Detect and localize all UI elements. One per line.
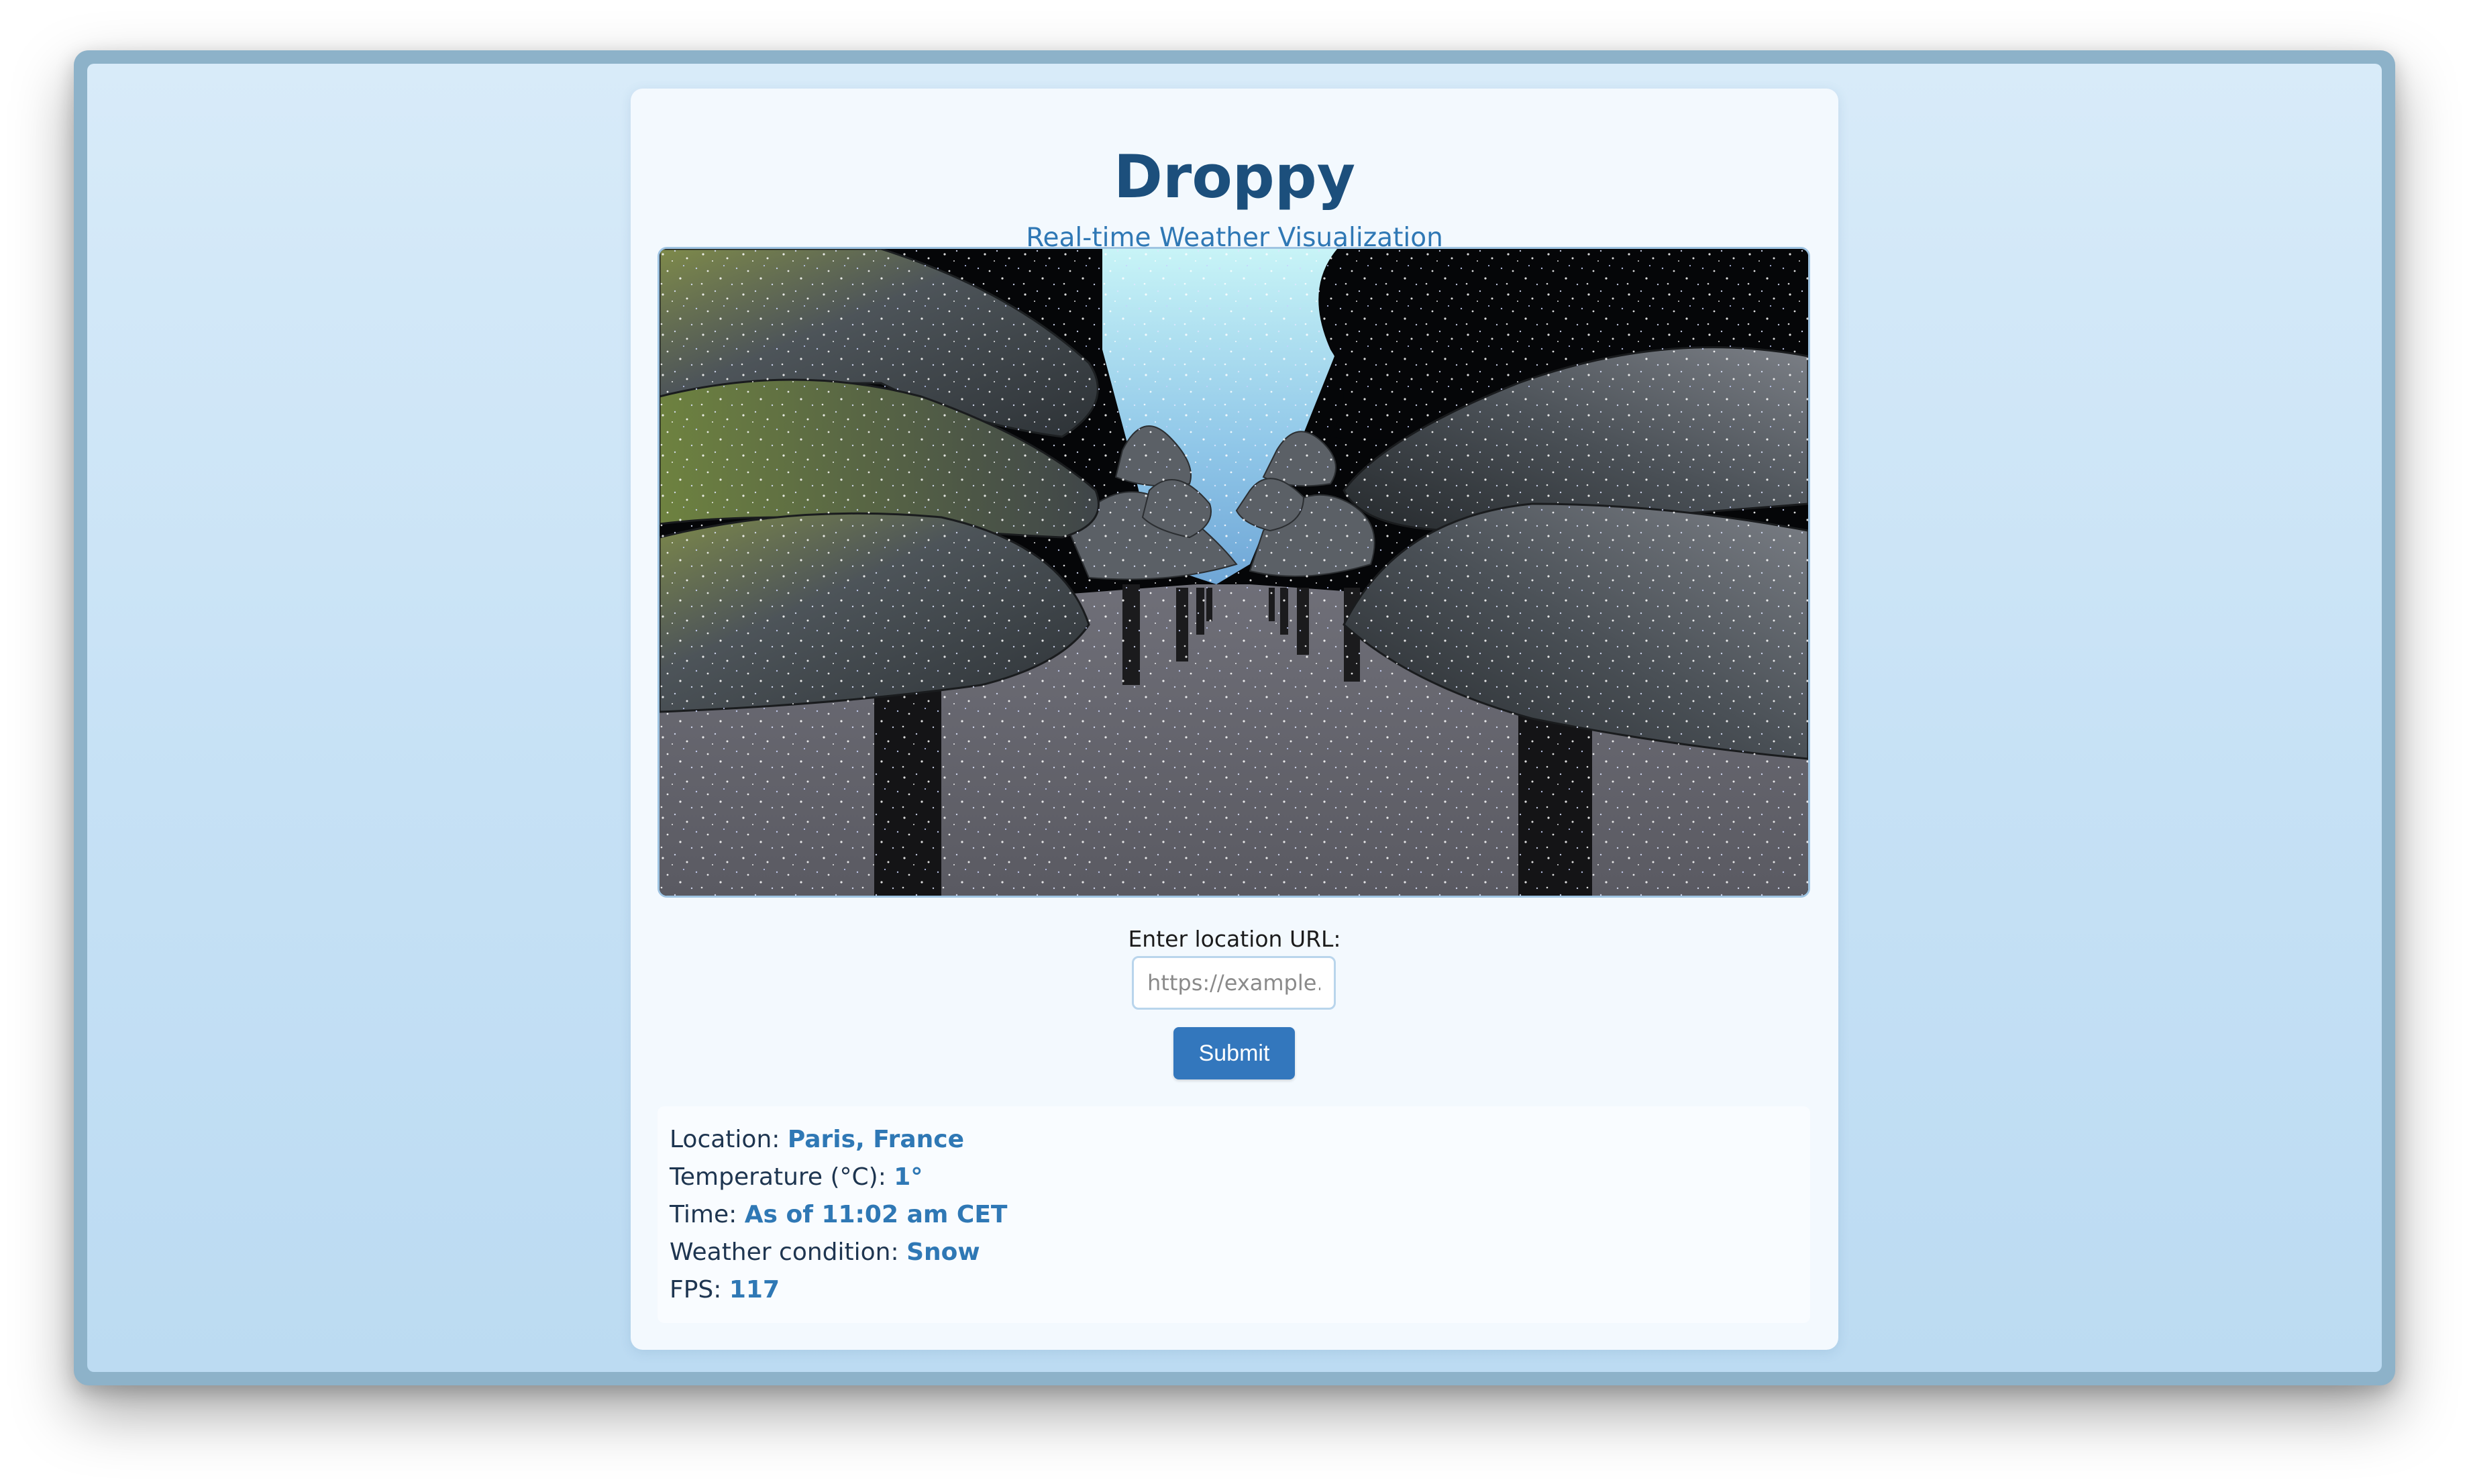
condition-value: Snow [906,1238,980,1266]
location-label: Location: [670,1126,780,1153]
location-url-label: Enter location URL: [1128,926,1341,952]
forest-scene [660,249,1808,896]
time-row: Time: As of 11:02 am CET [670,1196,1798,1234]
temperature-label: Temperature (°C): [670,1163,886,1191]
weather-info-panel: Location: Paris, France Temperature (°C)… [658,1106,1810,1323]
temperature-row: Temperature (°C): 1° [670,1159,1798,1196]
app-card: Droppy Real-time Weather Visualization E… [631,89,1838,1350]
condition-row: Weather condition: Snow [670,1234,1798,1271]
temperature-value: 1° [894,1163,923,1191]
time-value: As of 11:02 am CET [744,1201,1008,1228]
fps-value: 117 [729,1276,780,1304]
submit-button[interactable]: Submit [1173,1027,1295,1079]
time-label: Time: [670,1201,737,1228]
fps-label: FPS: [670,1276,722,1304]
app-title: Droppy [1113,142,1356,211]
weather-3d-canvas[interactable] [658,247,1810,898]
fps-row: FPS: 117 [670,1271,1798,1309]
condition-label: Weather condition: [670,1238,899,1266]
page-viewport: Droppy Real-time Weather Visualization E… [87,64,2382,1372]
browser-window: Droppy Real-time Weather Visualization E… [74,50,2395,1385]
location-url-input[interactable] [1132,956,1336,1010]
location-row: Location: Paris, France [670,1121,1798,1159]
location-value: Paris, France [787,1126,965,1153]
